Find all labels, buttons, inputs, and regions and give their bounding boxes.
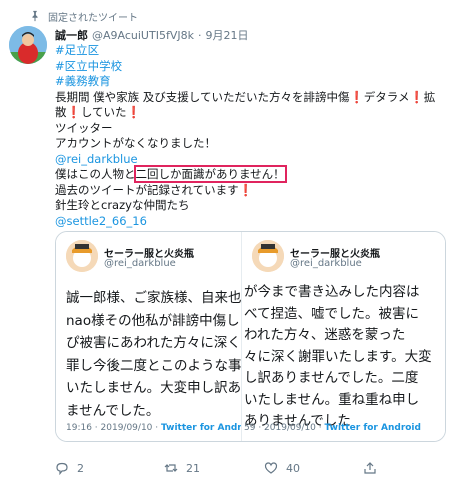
hashtag-school[interactable]: #区立中学校 [55,59,122,73]
avatar[interactable] [9,26,47,64]
embed-time: 59 · 2019/09/10 · [244,423,325,433]
retweet-icon [164,464,178,472]
heart-icon [264,462,278,474]
embed-text: が今まで書き込みした内容は べて捏造、嘘でした。被害に われた方々、迷惑を蒙った… [244,282,432,433]
embed-line: 誠一郎様、ご家族様、自来也 [66,290,242,306]
like-button[interactable]: 40 [264,461,300,475]
mention-settle[interactable]: @settle2_66_16 [55,214,147,228]
share-button[interactable] [363,461,377,475]
tweet-actions: 2 21 40 [55,461,435,477]
text-span: 拡 [423,89,436,104]
text-line: アカウントがなくなりました！ [55,136,216,150]
text-line: 針生玲とcrazyな仲間たち [55,198,190,212]
text-span: 散 [55,105,67,119]
user-handle[interactable]: @A9AcuiUTI5fVJ8k [92,29,194,42]
exclamation-icon: ❗ [66,105,81,119]
hashtag-adachi[interactable]: #足立区 [55,43,99,57]
embed-avatar [66,240,98,272]
share-icon [364,462,376,474]
reply-count: 2 [77,461,84,475]
text-span: 長期間 僕や家族 及び支援していただいた方々を誹謗中傷 [55,89,350,104]
tweet-text: #足立区 #区立中学校 #義務教育 長期間 僕や家族 及び支援していただいた方々… [55,43,447,229]
hashtag-education[interactable]: #義務教育 [55,74,111,88]
embed-line: 々に深く謝罪いたします。大変 [244,348,432,365]
text-span: 過去のツイートが記録されています [55,182,239,197]
reply-button[interactable]: 2 [55,461,84,475]
like-count: 40 [286,461,300,475]
mention-rei[interactable]: @rei_darkblue [55,152,138,166]
text-line: 長期間 僕や家族 及び支援していただいた方々を誹謗中傷❗デタラメ❗拡 [55,90,447,106]
exclamation-icon: ❗ [349,89,364,104]
pinned-text: 固定されたツイート [48,12,138,24]
exclamation-icon: ❗ [409,89,424,104]
tweet-header: 誠一郎 @A9AcuiUTI5fVJ8k · 9月21日 [55,27,248,43]
embed-line: nao様その他私が誹謗中傷し [66,312,240,329]
embed-line: ませんでした。 [66,402,160,419]
separator-dot: · [197,29,202,42]
embed-line: べて捏造、嘘でした。被害に [244,305,419,322]
embed-avatar [252,240,284,272]
embed-line: いたしません。大変申し訳あ [66,380,242,396]
pin-icon [28,9,42,23]
pinned-tweet-label: 固定されたツイート [28,9,138,24]
embed-handle: @rei_darkblue [290,258,362,269]
embed-line: 罪し今後二度とこのような事 [66,357,242,374]
highlighted-text: 二回しか面識がありません！ [133,165,287,183]
embed-meta: 19:16 · 2019/09/10 · Twitter for Android [66,423,257,433]
exclamation-icon: ❗ [126,105,141,119]
embed-text: 誠一郎様、ご家族様、自来也 nao様その他私が誹謗中傷し ぴ被害にあわれた方々に… [66,287,242,422]
retweet-count: 21 [186,461,200,475]
embed-source: Twitter for Android [324,423,421,433]
embed-line: いたしません。重ね重ね申し [244,391,420,408]
text-line: 過去のツイートが記録されています❗ [55,183,447,199]
embed-line: が今まで書き込みした内容は [244,284,420,300]
text-line: 僕はこの人物と二回しか面識がありません！ [55,165,447,183]
text-span: デタラメ [363,89,410,104]
embed-time: 19:16 · 2019/09/10 · [66,423,161,433]
embedded-tweet-right[interactable]: セーラー服と火炎瓶 @rei_darkblue が今まで書き込みした内容は べて… [241,232,445,441]
embed-handle: @rei_darkblue [104,258,176,269]
text-span: していた [80,105,127,119]
retweet-button[interactable]: 21 [164,461,200,475]
embed-line: ぴ被害にあわれた方々に深く [66,335,241,351]
text-line: 散❗していた❗ [55,105,447,121]
embed-meta: 59 · 2019/09/10 · Twitter for Android [244,423,421,433]
reply-icon [56,462,68,475]
tweet-date[interactable]: 9月21日 [205,27,248,43]
embedded-tweet-left[interactable]: セーラー服と火炎瓶 @rei_darkblue 誠一郎様、ご家族様、自来也 na… [56,232,271,441]
exclamation-icon: ❗ [238,182,253,197]
text-line: ツイッター [55,120,113,135]
embed-line: われた方々、迷惑を蒙った [244,327,406,343]
embedded-images[interactable]: セーラー服と火炎瓶 @rei_darkblue 誠一郎様、ご家族様、自来也 na… [55,231,446,442]
text-span: 僕はこの人物と [55,167,136,181]
user-name[interactable]: 誠一郎 [55,27,88,43]
embed-line: し訳ありませんでした。二度 [244,370,419,386]
